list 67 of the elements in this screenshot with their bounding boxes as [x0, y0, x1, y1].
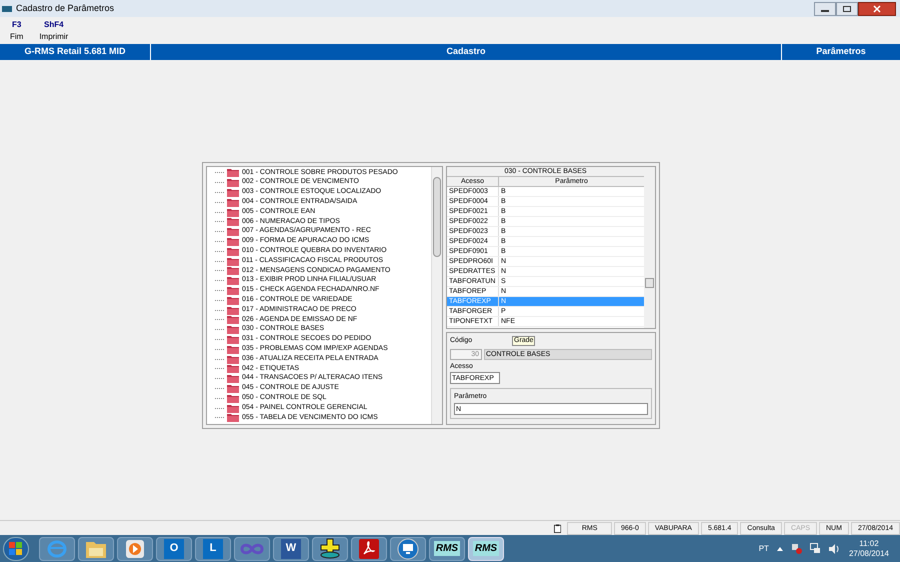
network-icon[interactable] [810, 543, 821, 554]
taskbar-button[interactable] [312, 536, 348, 560]
app-name: G-RMS Retail 5.681 MID [0, 44, 151, 60]
taskbar-button[interactable]: RMS [468, 536, 504, 560]
folder-icon [227, 246, 239, 256]
folder-icon [227, 404, 239, 413]
scrollbar[interactable] [644, 167, 655, 328]
volume-icon[interactable] [828, 544, 841, 554]
monitor-icon [397, 538, 419, 560]
show-hidden-icons[interactable] [776, 546, 783, 550]
folder-icon [227, 208, 239, 217]
folder-icon [227, 266, 239, 276]
taskbar-button[interactable]: RMS [429, 536, 465, 560]
clock[interactable]: 11:02 27/08/2014 [848, 538, 889, 558]
folder-icon [227, 178, 239, 188]
folder-icon [227, 198, 239, 207]
folder-icon [227, 296, 239, 305]
infinity-icon [239, 542, 265, 556]
folder-icon [227, 334, 239, 344]
app-logo: L [203, 538, 223, 558]
folder-icon [227, 374, 239, 384]
close-button[interactable] [858, 2, 896, 16]
folder-icon [227, 168, 239, 178]
folder-icon [227, 236, 239, 246]
folder-icon [227, 227, 239, 236]
taskbar-button[interactable] [390, 536, 426, 560]
play-icon [126, 540, 144, 558]
taskbar-button[interactable]: L [195, 536, 231, 560]
taskbar-button[interactable] [117, 536, 153, 560]
folder-icon [227, 344, 239, 354]
module-name: Cadastro [151, 44, 782, 60]
scrollbar[interactable] [431, 167, 442, 424]
folder-icon [227, 306, 239, 315]
maximize-button[interactable] [836, 2, 858, 16]
folder-icon [227, 256, 239, 266]
plus-stack-icon [319, 538, 341, 560]
folder-icon [227, 217, 239, 226]
folder-icon [227, 364, 239, 374]
clipboard-icon [554, 522, 562, 534]
folder-icon [227, 325, 239, 334]
browser-icon [46, 538, 68, 560]
minimize-button[interactable] [814, 2, 836, 16]
toolbar-button[interactable]: F3 Fim [4, 18, 30, 42]
app-logo: RMS [472, 541, 500, 556]
folder-icon [227, 384, 239, 393]
app-logo: W [281, 538, 301, 558]
window-title: Cadastro de Parâmetros [16, 2, 114, 15]
start-button[interactable] [3, 536, 29, 560]
taskbar-button[interactable] [351, 536, 387, 560]
folder-icon [227, 413, 239, 422]
close-icon [873, 4, 881, 12]
folder-icon [227, 394, 239, 403]
app-logo: O [164, 538, 184, 558]
taskbar-button[interactable]: W [273, 536, 309, 560]
taskbar-button[interactable]: O [156, 536, 192, 560]
folder-icon [227, 315, 239, 324]
app-icon [2, 6, 12, 12]
app-logo: RMS [434, 541, 460, 556]
pdf-icon [359, 538, 379, 558]
screen-name: Parâmetros [815, 45, 867, 58]
folder-icon [227, 286, 239, 295]
folder-icon [227, 354, 239, 364]
windows-logo [9, 542, 23, 556]
folder-icon [227, 188, 239, 197]
language-indicator[interactable]: PT [758, 542, 769, 554]
toolbar-button[interactable]: ShF4 Imprimir [33, 18, 74, 42]
folder-icon [227, 276, 239, 286]
